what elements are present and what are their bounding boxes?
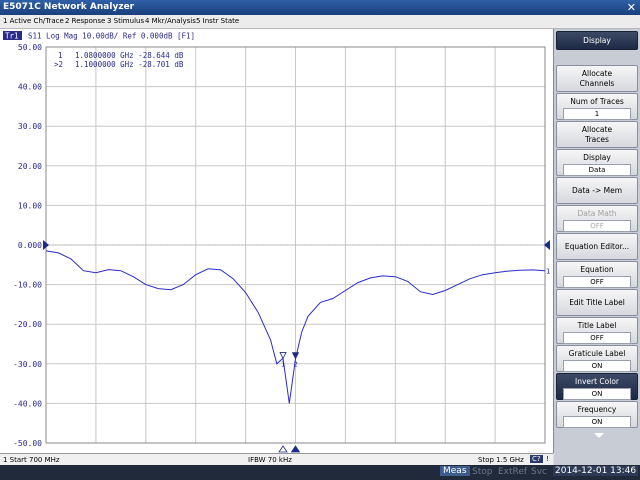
softkey-label: Equation Editor... <box>564 242 630 251</box>
marker-1-stimulus-pointer <box>278 445 288 453</box>
menu-response[interactable]: 2 Response <box>65 17 105 25</box>
softkey-label: Data Math <box>577 209 617 218</box>
softkey-allocate-traces[interactable]: Allocate Traces <box>556 121 638 148</box>
softkey-value: Data <box>563 164 631 176</box>
close-icon[interactable]: ✕ <box>627 1 636 14</box>
y-tick-label: 50.00 <box>18 43 42 52</box>
softkey-label: Frequency <box>577 405 617 414</box>
softkey-value: 1 <box>563 108 631 120</box>
marker-2-readout: 1.1000000 GHz -28.701 dB <box>75 60 184 69</box>
y-tick-label: 10.00 <box>18 201 42 210</box>
softkey-allocate-channels[interactable]: Allocate Channels <box>556 65 638 92</box>
softkey-edit-title-label[interactable]: Edit Title Label <box>556 289 638 316</box>
softkey-label: Graticule Label <box>568 349 626 358</box>
softkey-label: Title Label <box>577 321 617 330</box>
softkey-equation[interactable]: Equation OFF <box>556 261 638 288</box>
softkey-label: Channels <box>579 79 615 88</box>
system-bar: Meas Stop ExtRef Svc 2014-12-01 13:46 <box>0 465 640 480</box>
meas-indicator: Meas <box>440 466 470 476</box>
trace-header: Tr1 S11 Log Mag 10.00dB/ Ref 0.000dB [F1… <box>3 31 195 41</box>
trace-tag[interactable]: Tr1 <box>5 32 19 41</box>
softkey-value: OFF <box>563 276 631 288</box>
softkey-data-to-mem[interactable]: Data -> Mem <box>556 177 638 204</box>
softkey-label: Allocate <box>581 69 613 78</box>
softkey-label: Equation <box>580 265 614 274</box>
softkey-data-math: Data Math OFF <box>556 205 638 232</box>
softkey-label: Display <box>583 36 611 45</box>
datetime: 2014-12-01 13:46 <box>553 466 639 476</box>
extref-indicator: ExtRef <box>498 467 528 477</box>
softkey-value: ON <box>563 416 631 428</box>
marker-2-number: 2 <box>294 361 298 369</box>
menu-stimulus[interactable]: 3 Stimulus <box>107 17 144 25</box>
marker-1-pointer <box>279 352 287 360</box>
trace-end-label: 1 <box>546 268 550 276</box>
y-tick-label: 30.00 <box>18 122 42 131</box>
title-bar: E5071C Network Analyzer ✕ <box>0 0 640 15</box>
stop-indicator: Stop <box>472 467 493 477</box>
window-title: E5071C Network Analyzer <box>3 2 135 12</box>
softkey-value: ON <box>563 360 631 372</box>
marker-2-pointer <box>291 352 300 360</box>
menu-bar: 1 Active Ch/Trace 2 Response 3 Stimulus … <box>0 15 640 29</box>
softkey-label: Allocate <box>581 125 613 134</box>
softkey-equation-editor[interactable]: Equation Editor... <box>556 233 638 260</box>
marker-1-label: 1 <box>58 51 63 60</box>
y-tick-label: 40.00 <box>18 83 42 92</box>
menu-mkr-analysis[interactable]: 4 Mkr/Analysis <box>145 17 196 25</box>
softkey-label: Edit Title Label <box>569 298 625 307</box>
y-tick-label: -30.00 <box>13 360 42 369</box>
graticule <box>45 46 546 444</box>
softkey-num-of-traces[interactable]: Num of Traces 1 <box>556 93 638 120</box>
softkey-label: Invert Color <box>574 377 619 386</box>
scroll-down-arrow-icon[interactable] <box>594 433 604 438</box>
trace-group: 1 <box>45 250 550 404</box>
menu-active-ch-trace[interactable]: 1 Active Ch/Trace <box>3 17 64 25</box>
svc-indicator: Svc <box>531 467 547 477</box>
softkey-value: OFF <box>563 332 631 344</box>
softkey-label: Num of Traces <box>570 97 624 106</box>
softkey-label: Display <box>583 153 611 162</box>
y-tick-label: -40.00 <box>13 399 42 408</box>
marker-readout: 1 1.0800000 GHz -28.644 dB >2 1.1000000 … <box>54 51 184 69</box>
softkey-title-label[interactable]: Title Label OFF <box>556 317 638 344</box>
warning-badge: ! <box>546 455 549 463</box>
softkey-graticule-label[interactable]: Graticule Label ON <box>556 345 638 372</box>
start-frequency[interactable]: 1 Start 700 MHz <box>3 456 60 464</box>
plot-area[interactable]: 50.00 40.00 30.00 20.00 10.00 0.000 -10.00 -20.… <box>0 29 554 453</box>
softkey-value: OFF <box>563 220 631 232</box>
marker-2-stimulus-pointer <box>290 445 301 453</box>
softkey-display-title[interactable]: Display <box>556 31 638 50</box>
stop-frequency[interactable]: Stop 1.5 GHz <box>478 456 524 464</box>
softkey-frequency[interactable]: Frequency ON <box>556 401 638 428</box>
softkey-invert-color[interactable]: Invert Color ON <box>556 373 638 400</box>
softkey-value: ON <box>563 388 631 400</box>
cal-badge: C? <box>530 455 543 463</box>
y-tick-label: -50.00 <box>13 439 42 448</box>
softkey-label: Traces <box>585 135 609 144</box>
softkey-panel: Display Allocate Channels Num of Traces … <box>554 29 640 465</box>
ifbw[interactable]: IFBW 70 kHz <box>248 456 292 464</box>
y-tick-label: 20.00 <box>18 162 42 171</box>
marker-1-number: 1 <box>281 360 285 368</box>
marker-2-label: >2 <box>54 60 63 69</box>
y-tick-label: -20.00 <box>13 320 42 329</box>
s11-chart: 50.00 40.00 30.00 20.00 10.00 0.000 -10.00 -20.… <box>3 31 550 453</box>
marker-1-readout: 1.0800000 GHz -28.644 dB <box>75 51 184 60</box>
softkey-label: Data -> Mem <box>571 186 623 195</box>
softkey-display-data[interactable]: Display Data <box>556 149 638 176</box>
y-tick-label: 0.000 <box>18 241 42 250</box>
trace-header-text: S11 Log Mag 10.00dB/ Ref 0.000dB [F1] <box>28 32 195 41</box>
menu-instr-state[interactable]: 5 Instr State <box>196 17 239 25</box>
y-tick-label: -10.00 <box>13 281 42 290</box>
